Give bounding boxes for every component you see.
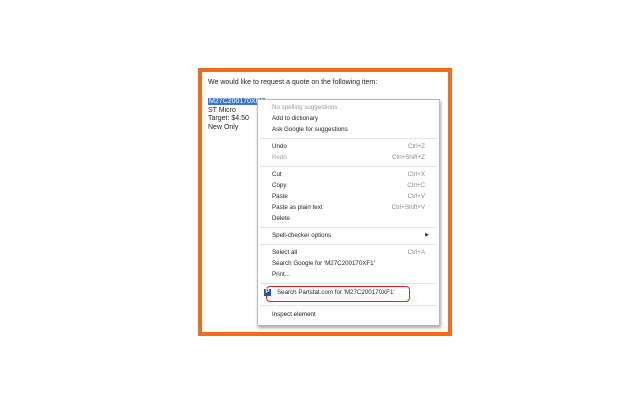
submenu-arrow-icon: ▶: [425, 232, 429, 238]
email-intro: We would like to request a quote on the …: [208, 79, 378, 86]
email-compose-frame: We would like to request a quote on the …: [198, 68, 452, 336]
shortcut-select-all: Ctrl+A: [407, 249, 425, 256]
shortcut-cut: Ctrl+X: [407, 171, 425, 178]
menu-item-copy[interactable]: Copy Ctrl+C: [272, 181, 431, 190]
menu-separator: [260, 227, 437, 228]
menu-item-select-all[interactable]: Select all Ctrl+A: [272, 248, 431, 257]
menu-item-paste[interactable]: Paste Ctrl+V: [272, 192, 431, 201]
shortcut-paste-plain: Ctrl+Shift+V: [391, 204, 425, 211]
partstat-logo-icon: P: [264, 289, 271, 296]
menu-item-inspect-element[interactable]: Inspect element: [272, 310, 431, 319]
menu-item-no-spelling-suggestions: No spelling suggestions: [272, 104, 338, 111]
shortcut-undo: Ctrl+Z: [407, 143, 425, 150]
menu-separator: [260, 283, 437, 284]
partstat-search-label: Search Partstat.com for 'M27C200170XF1': [277, 289, 395, 296]
menu-separator: [260, 244, 437, 245]
menu-separator: [260, 305, 437, 306]
menu-item-undo[interactable]: Undo Ctrl+Z: [272, 142, 431, 151]
menu-item-cut[interactable]: Cut Ctrl+X: [272, 170, 431, 179]
context-menu: No spelling suggestions Add to dictionar…: [257, 99, 440, 326]
menu-item-search-partstat[interactable]: P Search Partstat.com for 'M27C200170XF1…: [264, 286, 431, 302]
menu-item-redo: Redo Ctrl+Shift+Z: [272, 154, 425, 161]
menu-separator: [260, 138, 437, 139]
menu-item-add-to-dictionary[interactable]: Add to dictionary: [272, 114, 431, 123]
menu-item-search-google[interactable]: Search Google for 'M27C200170XF1': [272, 259, 431, 268]
shortcut-copy: Ctrl+C: [407, 182, 425, 189]
shortcut-paste: Ctrl+V: [407, 193, 425, 200]
menu-item-print[interactable]: Print...: [272, 270, 431, 279]
menu-item-delete[interactable]: Delete: [272, 214, 431, 223]
menu-separator: [260, 166, 437, 167]
shortcut-redo: Ctrl+Shift+Z: [391, 154, 425, 161]
menu-item-ask-google[interactable]: Ask Google for suggestions: [272, 125, 431, 134]
menu-item-spell-checker-options[interactable]: Spell-checker options ▶: [272, 231, 431, 240]
menu-item-paste-plain-text[interactable]: Paste as plain text Ctrl+Shift+V: [272, 203, 431, 212]
